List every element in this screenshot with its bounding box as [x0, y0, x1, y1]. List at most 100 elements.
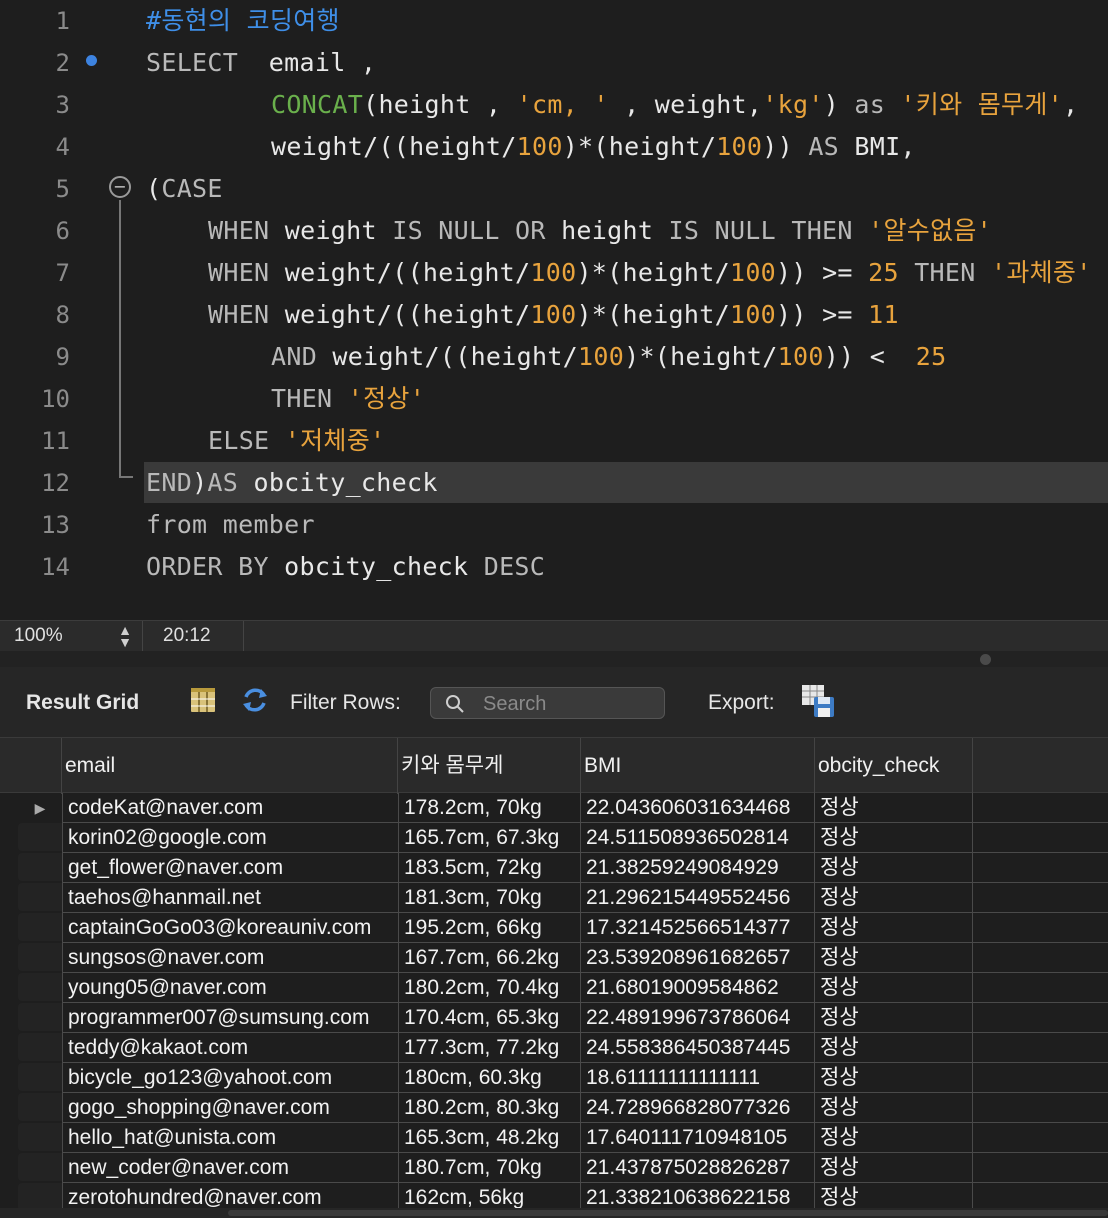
code-line[interactable]: 12 END)AS obcity_check	[0, 462, 1108, 504]
column-header-obcity-check[interactable]: obcity_check	[814, 738, 972, 794]
cell-bmi[interactable]: 21.296215449552456	[580, 883, 814, 913]
table-row[interactable]: programmer007@sumsung.com 170.4cm, 65.3kg…	[0, 1003, 1108, 1033]
export-icon[interactable]	[800, 683, 836, 719]
row-selector[interactable]	[18, 1063, 62, 1091]
cell-bmi[interactable]: 23.539208961682657	[580, 943, 814, 973]
cell-empty[interactable]	[972, 823, 1108, 853]
row-selector[interactable]	[18, 1183, 62, 1211]
code-text[interactable]: WHEN weight IS NULL OR height IS NULL TH…	[208, 210, 992, 252]
filter-search-box[interactable]	[430, 687, 665, 719]
table-row[interactable]: gogo_shopping@naver.com 180.2cm, 80.3kg 24…	[0, 1093, 1108, 1123]
code-line[interactable]: 11 ELSE '저체중'	[0, 420, 1108, 462]
cell-empty[interactable]	[972, 1123, 1108, 1153]
sql-editor[interactable]: − 1 #동현의 코딩여행 2 SELECT email , 3 CONCAT(heigh…	[0, 0, 1108, 620]
table-row[interactable]: get_flower@naver.com 183.5cm, 72kg 21.3825…	[0, 853, 1108, 883]
code-text[interactable]: END)AS obcity_check	[146, 462, 438, 504]
panel-splitter[interactable]	[0, 651, 1108, 667]
column-header-height-weight[interactable]: 키와 몸무게	[397, 738, 580, 794]
cell-height-weight[interactable]: 180cm, 60.3kg	[398, 1063, 580, 1093]
cell-obcity-check[interactable]: 정상	[814, 1123, 972, 1153]
table-row[interactable]: sungsos@naver.com 167.7cm, 66.2kg 23.53920…	[0, 943, 1108, 973]
table-row[interactable]: new_coder@naver.com 180.7cm, 70kg 21.43787…	[0, 1153, 1108, 1183]
cell-email[interactable]: taehos@hanmail.net	[62, 883, 398, 913]
cell-email[interactable]: programmer007@sumsung.com	[62, 1003, 398, 1033]
cell-obcity-check[interactable]: 정상	[814, 823, 972, 853]
table-row[interactable]: bicycle_go123@yahoot.com 180cm, 60.3kg 18.…	[0, 1063, 1108, 1093]
cell-height-weight[interactable]: 180.2cm, 80.3kg	[398, 1093, 580, 1123]
cell-email[interactable]: korin02@google.com	[62, 823, 398, 853]
cell-email[interactable]: sungsos@naver.com	[62, 943, 398, 973]
row-selector[interactable]	[18, 1153, 62, 1181]
row-selector[interactable]	[18, 823, 62, 851]
cell-height-weight[interactable]: 180.2cm, 70.4kg	[398, 973, 580, 1003]
cell-height-weight[interactable]: 180.7cm, 70kg	[398, 1153, 580, 1183]
search-input[interactable]	[481, 691, 660, 717]
cell-empty[interactable]	[972, 1153, 1108, 1183]
cell-obcity-check[interactable]: 정상	[814, 883, 972, 913]
row-selector[interactable]	[18, 883, 62, 911]
cell-obcity-check[interactable]: 정상	[814, 1153, 972, 1183]
code-text[interactable]: ORDER BY obcity_check DESC	[146, 546, 545, 588]
row-selector[interactable]	[18, 1033, 62, 1061]
cell-obcity-check[interactable]: 정상	[814, 1063, 972, 1093]
cell-email[interactable]: teddy@kakaot.com	[62, 1033, 398, 1063]
cell-bmi[interactable]: 17.321452566514377	[580, 913, 814, 943]
grid-body[interactable]: ▶ codeKat@naver.com 178.2cm, 70kg 22.043606…	[0, 793, 1108, 1218]
cell-height-weight[interactable]: 170.4cm, 65.3kg	[398, 1003, 580, 1033]
cell-bmi[interactable]: 24.728966828077326	[580, 1093, 814, 1123]
cell-empty[interactable]	[972, 913, 1108, 943]
cell-bmi[interactable]: 22.043606031634468	[580, 793, 814, 823]
code-text[interactable]: WHEN weight/((height/100)*(height/100)) …	[208, 252, 1092, 294]
table-row[interactable]: young05@naver.com 180.2cm, 70.4kg 21.68019…	[0, 973, 1108, 1003]
cell-email[interactable]: captainGoGo03@koreauniv.com	[62, 913, 398, 943]
horizontal-scrollbar[interactable]	[0, 1208, 1108, 1218]
cell-email[interactable]: get_flower@naver.com	[62, 853, 398, 883]
zoom-stepper-icon[interactable]: ▲ ▼	[116, 623, 134, 649]
cell-obcity-check[interactable]: 정상	[814, 1003, 972, 1033]
code-line[interactable]: 4 weight/((height/100)*(height/100)) AS B…	[0, 126, 1108, 168]
table-row[interactable]: captainGoGo03@koreauniv.com 195.2cm, 66kg…	[0, 913, 1108, 943]
table-row[interactable]: ▶ codeKat@naver.com 178.2cm, 70kg 22.043606…	[0, 793, 1108, 823]
result-grid[interactable]: email 키와 몸무게 BMI obcity_check ▶ codeKat@n…	[0, 737, 1108, 1218]
code-line[interactable]: 14 ORDER BY obcity_check DESC	[0, 546, 1108, 588]
code-line[interactable]: 9 AND weight/((height/100)*(height/100)) …	[0, 336, 1108, 378]
cell-email[interactable]: hello_hat@unista.com	[62, 1123, 398, 1153]
code-text[interactable]: WHEN weight/((height/100)*(height/100)) …	[208, 294, 899, 336]
code-text[interactable]: ELSE '저체중'	[208, 420, 385, 462]
code-line[interactable]: 7 WHEN weight/((height/100)*(height/100))…	[0, 252, 1108, 294]
cell-empty[interactable]	[972, 1093, 1108, 1123]
column-header-email[interactable]: email	[61, 738, 399, 794]
cell-obcity-check[interactable]: 정상	[814, 853, 972, 883]
cell-obcity-check[interactable]: 정상	[814, 973, 972, 1003]
code-text[interactable]: #동현의 코딩여행	[146, 0, 340, 42]
column-header-bmi[interactable]: BMI	[580, 738, 814, 794]
cell-bmi[interactable]: 21.38259249084929	[580, 853, 814, 883]
cell-empty[interactable]	[972, 973, 1108, 1003]
cell-bmi[interactable]: 24.558386450387445	[580, 1033, 814, 1063]
cell-height-weight[interactable]: 177.3cm, 77.2kg	[398, 1033, 580, 1063]
cell-email[interactable]: gogo_shopping@naver.com	[62, 1093, 398, 1123]
scrollbar-thumb[interactable]	[228, 1210, 1108, 1216]
code-line[interactable]: 8 WHEN weight/((height/100)*(height/100))…	[0, 294, 1108, 336]
row-selector[interactable]	[18, 1123, 62, 1151]
code-line[interactable]: 1 #동현의 코딩여행	[0, 0, 1108, 42]
code-line[interactable]: 13 from member	[0, 504, 1108, 546]
cell-obcity-check[interactable]: 정상	[814, 913, 972, 943]
table-row[interactable]: hello_hat@unista.com 165.3cm, 48.2kg 17.64…	[0, 1123, 1108, 1153]
code-line[interactable]: 2 SELECT email ,	[0, 42, 1108, 84]
row-selector[interactable]	[18, 973, 62, 1001]
code-text[interactable]: weight/((height/100)*(height/100)) AS BM…	[271, 126, 916, 168]
code-line[interactable]: 6 WHEN weight IS NULL OR height IS NULL T…	[0, 210, 1108, 252]
table-row[interactable]: teddy@kakaot.com 177.3cm, 77.2kg 24.558386…	[0, 1033, 1108, 1063]
code-text[interactable]: (CASE	[146, 168, 223, 210]
code-line[interactable]: 5 (CASE	[0, 168, 1108, 210]
grid-view-icon[interactable]	[188, 685, 218, 715]
code-line[interactable]: 3 CONCAT(height , 'cm, ' , weight,'kg') a…	[0, 84, 1108, 126]
cell-bmi[interactable]: 17.640111710948105	[580, 1123, 814, 1153]
zoom-level[interactable]: 100%	[14, 625, 63, 647]
cell-empty[interactable]	[972, 1063, 1108, 1093]
cell-empty[interactable]	[972, 793, 1108, 823]
cell-empty[interactable]	[972, 1033, 1108, 1063]
splitter-handle[interactable]	[980, 654, 991, 665]
cell-bmi[interactable]: 18.61111111111111	[580, 1063, 814, 1093]
